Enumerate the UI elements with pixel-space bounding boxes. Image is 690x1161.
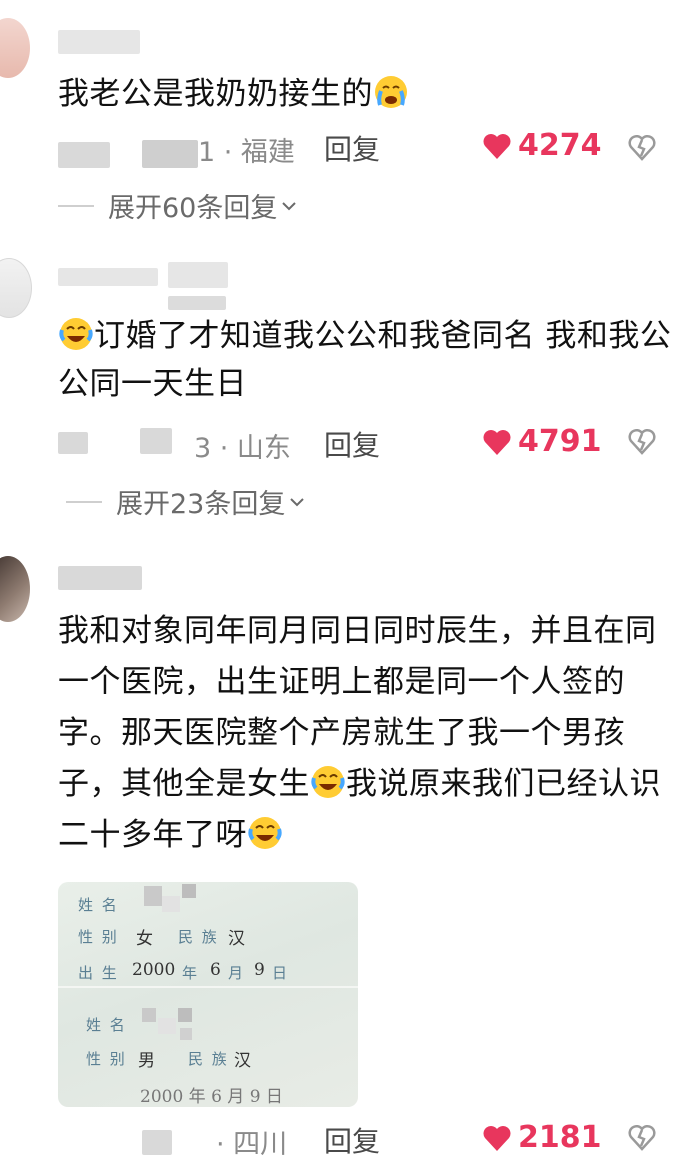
avatar[interactable] [0,258,32,318]
avatar[interactable] [0,18,30,78]
expand-replies-button[interactable]: 展开23条回复 [66,482,305,521]
comment-text: 我老公是我奶奶接生的 [58,70,678,118]
crying-emoji-icon [375,76,407,108]
chevron-down-icon [290,497,305,506]
birth-day: 9 [254,960,265,980]
avatar[interactable] [0,556,30,622]
laughing-tears-emoji-icon [311,766,345,798]
gender-label: 性 别 [86,1050,127,1068]
birth-year: 2000 [132,960,176,980]
comment-location: 1 · 福建 [198,137,295,168]
like-button[interactable]: 2181 [482,1120,602,1155]
broken-heart-icon[interactable] [628,428,656,456]
like-count: 4274 [518,128,602,163]
name-mosaic [178,1008,192,1022]
id-card-bottom: 姓 名 性 别 男 民 族 汉 2000 年 6 月 9 日 [58,988,358,1107]
name-mosaic [182,884,196,898]
day-char: 日 [272,964,290,982]
user-id-mosaic [142,140,198,168]
heart-icon [483,133,511,159]
divider [58,204,94,207]
reply-button[interactable]: 回复 [324,424,380,464]
gender-label: 性 别 [78,928,119,946]
name-mosaic [162,896,180,912]
user-id-mosaic [58,432,88,454]
reply-button[interactable]: 回复 [324,128,380,168]
month-char: 月 [228,964,246,982]
gender-value: 男 [138,1051,155,1071]
laughing-tears-emoji-icon [59,318,93,350]
like-count: 4791 [518,424,602,459]
reply-button[interactable]: 回复 [324,1120,380,1160]
name-label: 姓 名 [86,1016,127,1034]
expand-replies-label: 展开60条回复 [108,193,278,224]
user-id-mosaic [58,142,110,168]
heart-icon [483,1125,511,1151]
user-id-mosaic [142,1130,172,1155]
like-button[interactable]: 4791 [482,424,602,459]
gender-value: 女 [136,929,153,949]
ethnic-value: 汉 [228,929,245,949]
id-card-top: 姓 名 性 别 女 民 族 汉 出 生 2000 年 6 月 9 日 [58,882,358,987]
like-button[interactable]: 4274 [482,128,602,163]
year-char: 年 [182,964,200,982]
broken-heart-icon[interactable] [628,134,656,162]
birth-label: 出 生 [78,964,119,982]
divider [66,500,102,503]
comment-text: 订婚了才知道我公公和我爸同名 我和我公公同一天生日 [58,318,672,402]
ethnic-label: 民 族 [178,928,219,946]
broken-heart-icon[interactable] [628,1124,656,1152]
username[interactable] [58,566,142,590]
avatar-frame-mosaic [168,296,226,310]
comment-location: 3 · 山东 [194,433,291,464]
name-mosaic [142,1008,156,1022]
laughing-tears-emoji-icon [248,817,282,849]
expand-replies-button[interactable]: 展开60条回复 [58,186,297,225]
comment-location: · 四川 [216,1129,288,1160]
like-count: 2181 [518,1120,602,1155]
name-label: 姓 名 [78,896,119,914]
heart-icon [483,429,511,455]
ethnic-value: 汉 [234,1051,251,1071]
username[interactable] [168,262,228,288]
expand-replies-label: 展开23条回复 [116,489,286,520]
user-id-mosaic [140,428,172,454]
username[interactable] [58,30,140,54]
chevron-down-icon [282,201,297,210]
name-mosaic [158,1018,176,1034]
name-mosaic [144,886,162,906]
username[interactable] [58,268,158,286]
attached-photo[interactable]: 姓 名 性 别 女 民 族 汉 出 生 2000 年 6 月 9 日 姓 名 性… [58,882,358,1107]
ethnic-label: 民 族 [188,1050,229,1068]
birth-partial: 2000 年 6 月 9 日 [140,1087,283,1107]
comment-text: 我和对象同年同月同日同时辰生，并且在同一个医院，出生证明上都是同一个人签的字。那… [58,613,661,853]
name-mosaic [180,1028,192,1040]
birth-month: 6 [210,960,221,980]
